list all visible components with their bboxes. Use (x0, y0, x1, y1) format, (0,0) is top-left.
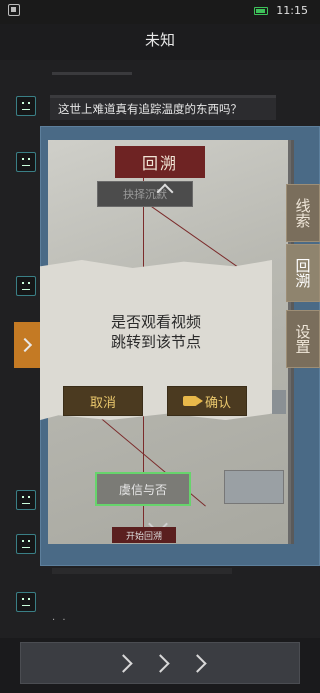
avatar (16, 96, 36, 116)
next-button[interactable] (20, 642, 300, 684)
tab-rewind[interactable]: 回溯 (286, 244, 320, 302)
chevron-right-icon (150, 653, 170, 673)
map-title: 回溯 (115, 146, 205, 178)
map-title-text: 回溯 (141, 154, 178, 173)
divider (52, 72, 132, 75)
avatar (16, 534, 36, 554)
bottom-bar (0, 638, 320, 693)
dialog-line-1: 是否观看视频 (110, 313, 201, 331)
typing-indicator: . . (52, 612, 68, 623)
collapse-panel-button[interactable] (14, 322, 40, 368)
dialog-message: 是否观看视频 跳转到该节点 (40, 312, 272, 352)
chevron-right-icon (187, 653, 207, 673)
tab-label: 线索 (293, 198, 312, 228)
tab-clues[interactable]: 线索 (286, 184, 320, 242)
cancel-button[interactable]: 取消 (63, 386, 143, 416)
avatar (16, 490, 36, 510)
chevron-right-icon (113, 653, 133, 673)
confirm-label: 确认 (204, 395, 231, 411)
battery-icon (254, 7, 268, 15)
start-rewind-label: 开始回溯 (125, 531, 162, 542)
video-icon (182, 396, 203, 406)
dialog-line-2: 跳转到该节点 (110, 333, 201, 351)
node-thumbnail[interactable] (224, 470, 284, 504)
notification-icon (8, 4, 20, 16)
tab-label: 回溯 (293, 258, 312, 288)
divider (52, 568, 232, 574)
story-node-current[interactable]: 虞信与否 (95, 472, 191, 506)
clock: 11:15 (276, 4, 308, 17)
story-node-label: 虞信与否 (118, 482, 167, 497)
start-rewind-button[interactable]: 开始回溯 (112, 527, 176, 543)
cancel-label: 取消 (89, 395, 116, 411)
avatar (16, 592, 36, 612)
status-bar: 11:15 (0, 0, 320, 24)
chevron-right-icon (17, 337, 33, 353)
message-text: 这世上难道真有追踪温度的东西吗？ (58, 102, 242, 116)
avatar (16, 276, 36, 296)
chat-title: 未知 (144, 31, 175, 49)
title-bar: 未知 (0, 24, 320, 58)
story-node-select[interactable]: 抉择沉默 (97, 181, 193, 207)
tab-label: 设置 (293, 324, 312, 354)
tab-settings[interactable]: 设置 (286, 310, 320, 368)
confirm-button[interactable]: 确认 (167, 386, 247, 416)
avatar (16, 152, 36, 172)
message-bubble: 这世上难道真有追踪温度的东西吗？ (50, 95, 276, 120)
